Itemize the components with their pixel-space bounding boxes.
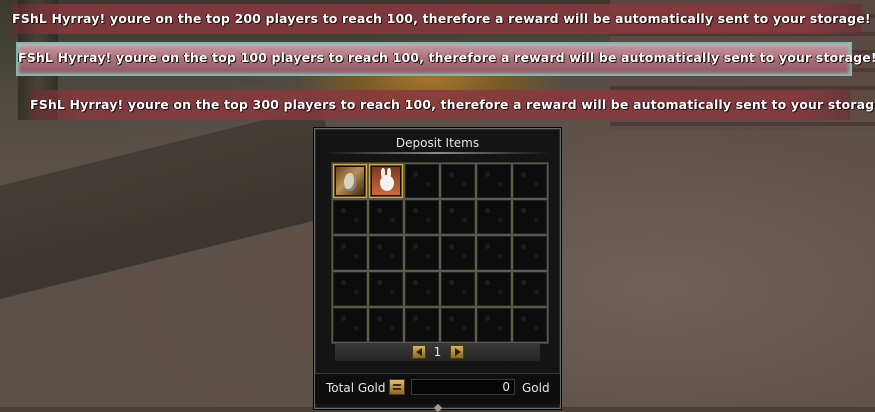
system-notice: FShL Hyrray! youre on the top 300 player… xyxy=(30,90,875,120)
item-slot[interactable] xyxy=(405,200,439,234)
title-divider xyxy=(325,152,550,154)
item-slot[interactable] xyxy=(477,272,511,306)
item-slot[interactable] xyxy=(441,236,475,270)
item-slot[interactable] xyxy=(333,164,367,198)
gold-amount-field[interactable]: 0 xyxy=(411,379,515,395)
deposit-items-window: Deposit Items 1 Total Gold 0 Gold xyxy=(314,128,561,412)
item-slot[interactable] xyxy=(369,236,403,270)
system-notice-highlighted: FShL Hyrray! youre on the top 100 player… xyxy=(16,42,875,76)
item-slot[interactable] xyxy=(477,236,511,270)
item-slot[interactable] xyxy=(405,272,439,306)
page-number: 1 xyxy=(433,345,442,359)
item-slot[interactable] xyxy=(513,308,547,342)
item-slot[interactable] xyxy=(369,164,403,198)
item-slot[interactable] xyxy=(441,200,475,234)
arrow-left-icon[interactable] xyxy=(411,345,426,359)
item-slot[interactable] xyxy=(477,308,511,342)
total-gold-label: Total Gold xyxy=(326,381,386,395)
item-slot[interactable] xyxy=(333,200,367,234)
item-slot[interactable] xyxy=(333,308,367,342)
item-slot[interactable] xyxy=(405,164,439,198)
page-navigator: 1 xyxy=(335,343,540,361)
arrow-right-icon[interactable] xyxy=(449,345,464,359)
item-slot[interactable] xyxy=(333,236,367,270)
window-bottom-ornament xyxy=(433,403,443,412)
item-slot[interactable] xyxy=(441,308,475,342)
rabbit-item-icon xyxy=(372,167,400,195)
window-title: Deposit Items xyxy=(395,136,480,150)
item-slot[interactable] xyxy=(405,236,439,270)
item-slot[interactable] xyxy=(477,200,511,234)
gold-transfer-icon[interactable] xyxy=(389,379,405,395)
item-slot[interactable] xyxy=(333,272,367,306)
item-slot-grid xyxy=(331,162,549,344)
item-slot[interactable] xyxy=(369,200,403,234)
item-slot[interactable] xyxy=(513,200,547,234)
item-slot[interactable] xyxy=(441,272,475,306)
dagger-item-icon xyxy=(336,167,364,195)
gold-unit-label: Gold xyxy=(522,381,550,395)
item-slot[interactable] xyxy=(513,272,547,306)
item-slot[interactable] xyxy=(405,308,439,342)
item-slot[interactable] xyxy=(513,236,547,270)
system-notice: FShL Hyrray! youre on the top 200 player… xyxy=(12,4,871,34)
item-slot[interactable] xyxy=(513,164,547,198)
item-slot[interactable] xyxy=(369,272,403,306)
item-slot[interactable] xyxy=(477,164,511,198)
item-slot[interactable] xyxy=(369,308,403,342)
gold-bar: Total Gold 0 Gold xyxy=(315,373,560,404)
item-slot[interactable] xyxy=(441,164,475,198)
